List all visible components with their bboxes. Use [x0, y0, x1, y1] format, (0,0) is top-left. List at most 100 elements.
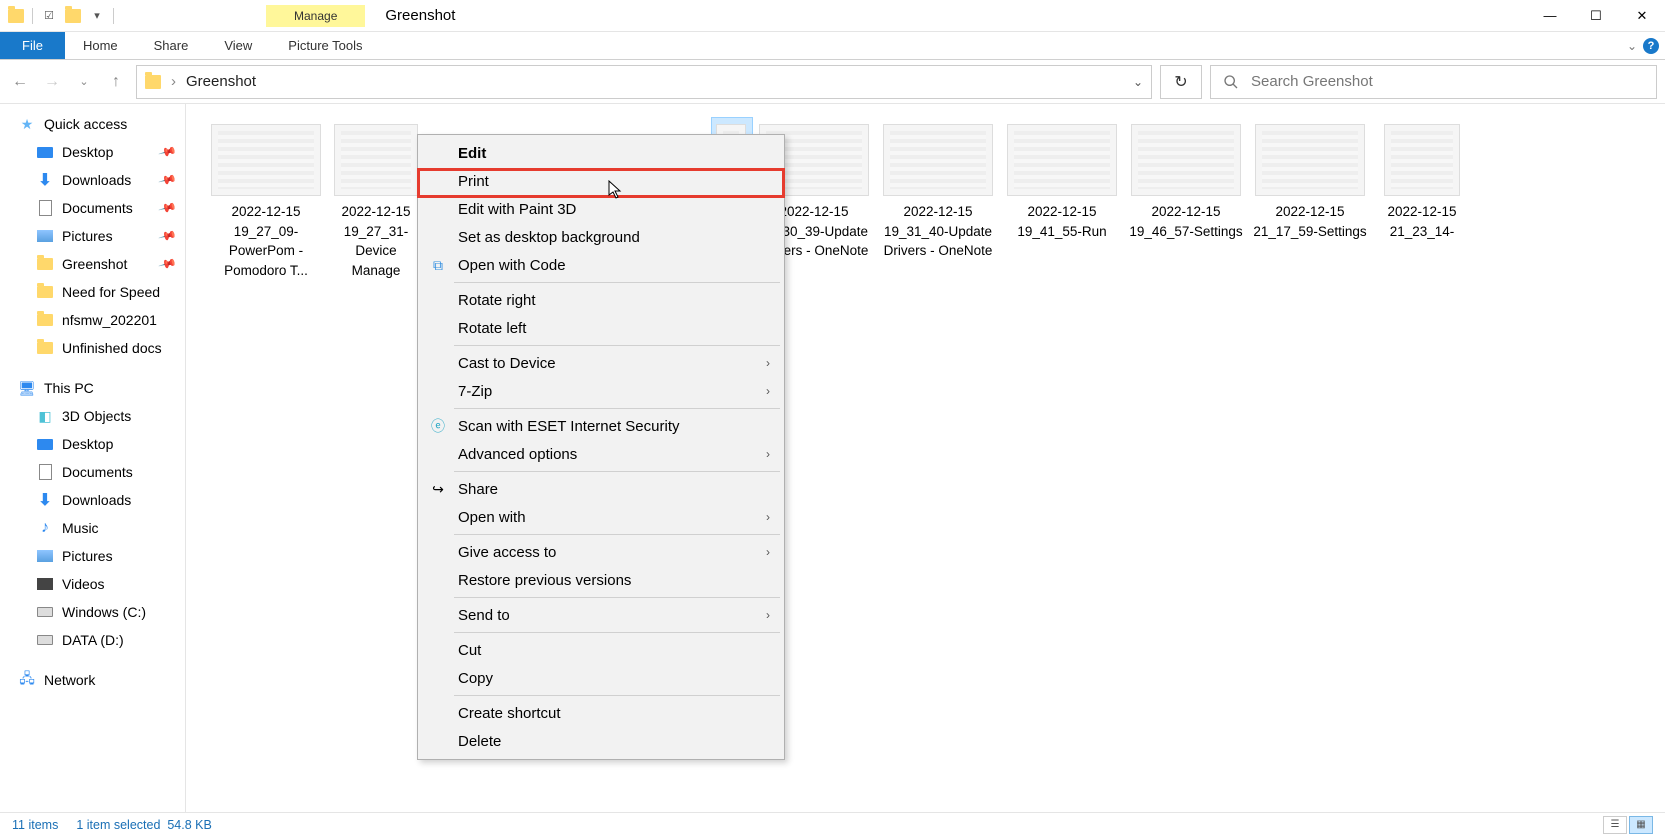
tab-share[interactable]: Share — [136, 32, 207, 59]
separator — [454, 471, 780, 472]
qat-properties-icon[interactable]: ☑ — [41, 8, 57, 24]
sidebar-item-downloads2[interactable]: ⬇Downloads — [0, 486, 185, 514]
refresh-button[interactable]: ↻ — [1160, 65, 1202, 99]
navigation-pane: ★ Quick access Desktop📌 ⬇Downloads📌 Docu… — [0, 104, 186, 812]
help-icon[interactable]: ? — [1643, 38, 1659, 54]
documents-icon — [39, 464, 52, 480]
sidebar-label: Network — [44, 672, 95, 688]
address-dropdown-icon[interactable]: ⌄ — [1133, 75, 1143, 89]
sidebar-label: Quick access — [44, 116, 127, 132]
qat-folder-icon[interactable] — [65, 9, 81, 23]
ctx-eset[interactable]: ⓔScan with ESET Internet Security — [418, 412, 784, 440]
ribbon-expand-icon[interactable]: ⌄ — [1627, 39, 1637, 53]
address-bar[interactable]: › Greenshot ⌄ — [136, 65, 1152, 99]
ctx-send-to[interactable]: Send to› — [418, 601, 784, 629]
tab-view[interactable]: View — [206, 32, 270, 59]
sidebar-item-documents2[interactable]: Documents — [0, 458, 185, 486]
maximize-button[interactable]: ☐ — [1573, 0, 1619, 32]
search-placeholder: Search Greenshot — [1251, 73, 1373, 90]
sidebar-this-pc[interactable]: 🖥This PC — [0, 374, 185, 402]
back-button[interactable]: ← — [8, 70, 32, 94]
manage-contextual-tab[interactable]: Manage — [266, 5, 365, 27]
sidebar-label: Documents — [62, 200, 133, 216]
ctx-advanced[interactable]: Advanced options › — [418, 440, 784, 468]
ctx-rotate-left[interactable]: Rotate left — [418, 314, 784, 342]
file-item[interactable]: 2022-12-15 21_23_14- — [1372, 118, 1472, 286]
ctx-open-code[interactable]: ⧉Open with Code — [418, 251, 784, 279]
sidebar-item-downloads[interactable]: ⬇Downloads📌 — [0, 166, 185, 194]
ctx-cut[interactable]: Cut — [418, 636, 784, 664]
separator — [454, 345, 780, 346]
file-item[interactable]: 2022-12-15 19_41_55-Run — [1000, 118, 1124, 286]
sidebar-network[interactable]: 🖧Network — [0, 666, 185, 694]
desktop-icon — [37, 147, 53, 158]
sidebar-label: Greenshot — [62, 256, 127, 272]
divider — [32, 8, 33, 24]
sidebar-item-3dobjects[interactable]: ◧3D Objects — [0, 402, 185, 430]
sidebar-item-greenshot[interactable]: Greenshot📌 — [0, 250, 185, 278]
thumbnail — [211, 124, 321, 196]
file-item[interactable]: 2022-12-15 19_31_40-Update Drivers - One… — [876, 118, 1000, 286]
ctx-edit[interactable]: Edit — [418, 139, 784, 167]
sidebar-item-nfsmw[interactable]: nfsmw_202201 — [0, 306, 185, 334]
file-item[interactable]: 2022-12-15 21_17_59-Settings — [1248, 118, 1372, 286]
view-details-button[interactable]: ☰ — [1603, 816, 1627, 834]
thumbnail — [334, 124, 418, 196]
ctx-cast[interactable]: Cast to Device› — [418, 349, 784, 377]
sidebar-item-desktop2[interactable]: Desktop — [0, 430, 185, 458]
file-item[interactable]: 2022-12-15 19_46_57-Settings — [1124, 118, 1248, 286]
sidebar-item-music[interactable]: ♪Music — [0, 514, 185, 542]
star-icon: ★ — [18, 116, 36, 132]
forward-button[interactable]: → — [40, 70, 64, 94]
sidebar-item-nfs[interactable]: Need for Speed — [0, 278, 185, 306]
thumbnail — [1255, 124, 1365, 196]
sidebar-item-unfinished[interactable]: Unfinished docs — [0, 334, 185, 362]
separator — [454, 282, 780, 283]
ctx-desktop-bg[interactable]: Set as desktop background — [418, 223, 784, 251]
breadcrumb-current[interactable]: Greenshot — [186, 73, 256, 90]
file-list-pane[interactable]: 2022-12-15 19_27_09-PowerPom - Pomodoro … — [186, 104, 1665, 812]
submenu-arrow-icon: › — [766, 447, 770, 461]
ctx-share[interactable]: ↪Share — [418, 475, 784, 503]
ctx-create-shortcut[interactable]: Create shortcut — [418, 699, 784, 727]
sidebar-item-videos[interactable]: Videos — [0, 570, 185, 598]
sidebar-label: DATA (D:) — [62, 632, 124, 648]
sidebar-label: 3D Objects — [62, 408, 131, 424]
ctx-rotate-right[interactable]: Rotate right — [418, 286, 784, 314]
ctx-give-access[interactable]: Give access to› — [418, 538, 784, 566]
sidebar-label: Pictures — [62, 228, 113, 244]
recent-dropdown[interactable]: ⌄ — [72, 70, 96, 94]
ctx-restore[interactable]: Restore previous versions — [418, 566, 784, 594]
up-button[interactable]: ↑ — [104, 70, 128, 94]
view-thumbnails-button[interactable]: ▦ — [1629, 816, 1653, 834]
separator — [454, 695, 780, 696]
qat-dropdown-icon[interactable]: ▾ — [89, 8, 105, 24]
tab-picture-tools[interactable]: Picture Tools — [270, 32, 380, 59]
tab-home[interactable]: Home — [65, 32, 136, 59]
separator — [454, 408, 780, 409]
sidebar-item-pictures2[interactable]: Pictures — [0, 542, 185, 570]
ctx-label: Share — [458, 481, 498, 498]
ctx-label: Advanced options — [458, 446, 577, 463]
ctx-label: Give access to — [458, 544, 556, 561]
ctx-open-with[interactable]: Open with› — [418, 503, 784, 531]
ctx-7zip[interactable]: 7-Zip› — [418, 377, 784, 405]
sidebar-item-desktop[interactable]: Desktop📌 — [0, 138, 185, 166]
ctx-copy[interactable]: Copy — [418, 664, 784, 692]
sidebar-item-pictures[interactable]: Pictures📌 — [0, 222, 185, 250]
file-item[interactable]: 2022-12-15 19_27_09-PowerPom - Pomodoro … — [204, 118, 328, 286]
close-button[interactable]: ✕ — [1619, 0, 1665, 32]
minimize-button[interactable]: ― — [1527, 0, 1573, 32]
desktop-icon — [37, 439, 53, 450]
sidebar-item-d-drive[interactable]: DATA (D:) — [0, 626, 185, 654]
sidebar-quick-access[interactable]: ★ Quick access — [0, 110, 185, 138]
sidebar-item-c-drive[interactable]: Windows (C:) — [0, 598, 185, 626]
divider — [113, 8, 114, 24]
tab-file[interactable]: File — [0, 32, 65, 59]
file-item[interactable]: 2022-12-15 19_27_31-Device Manage — [328, 118, 424, 286]
ctx-delete[interactable]: Delete — [418, 727, 784, 755]
search-box[interactable]: Search Greenshot — [1210, 65, 1657, 99]
ctx-print[interactable]: Print — [418, 167, 784, 195]
sidebar-item-documents[interactable]: Documents📌 — [0, 194, 185, 222]
ctx-paint3d[interactable]: Edit with Paint 3D — [418, 195, 784, 223]
